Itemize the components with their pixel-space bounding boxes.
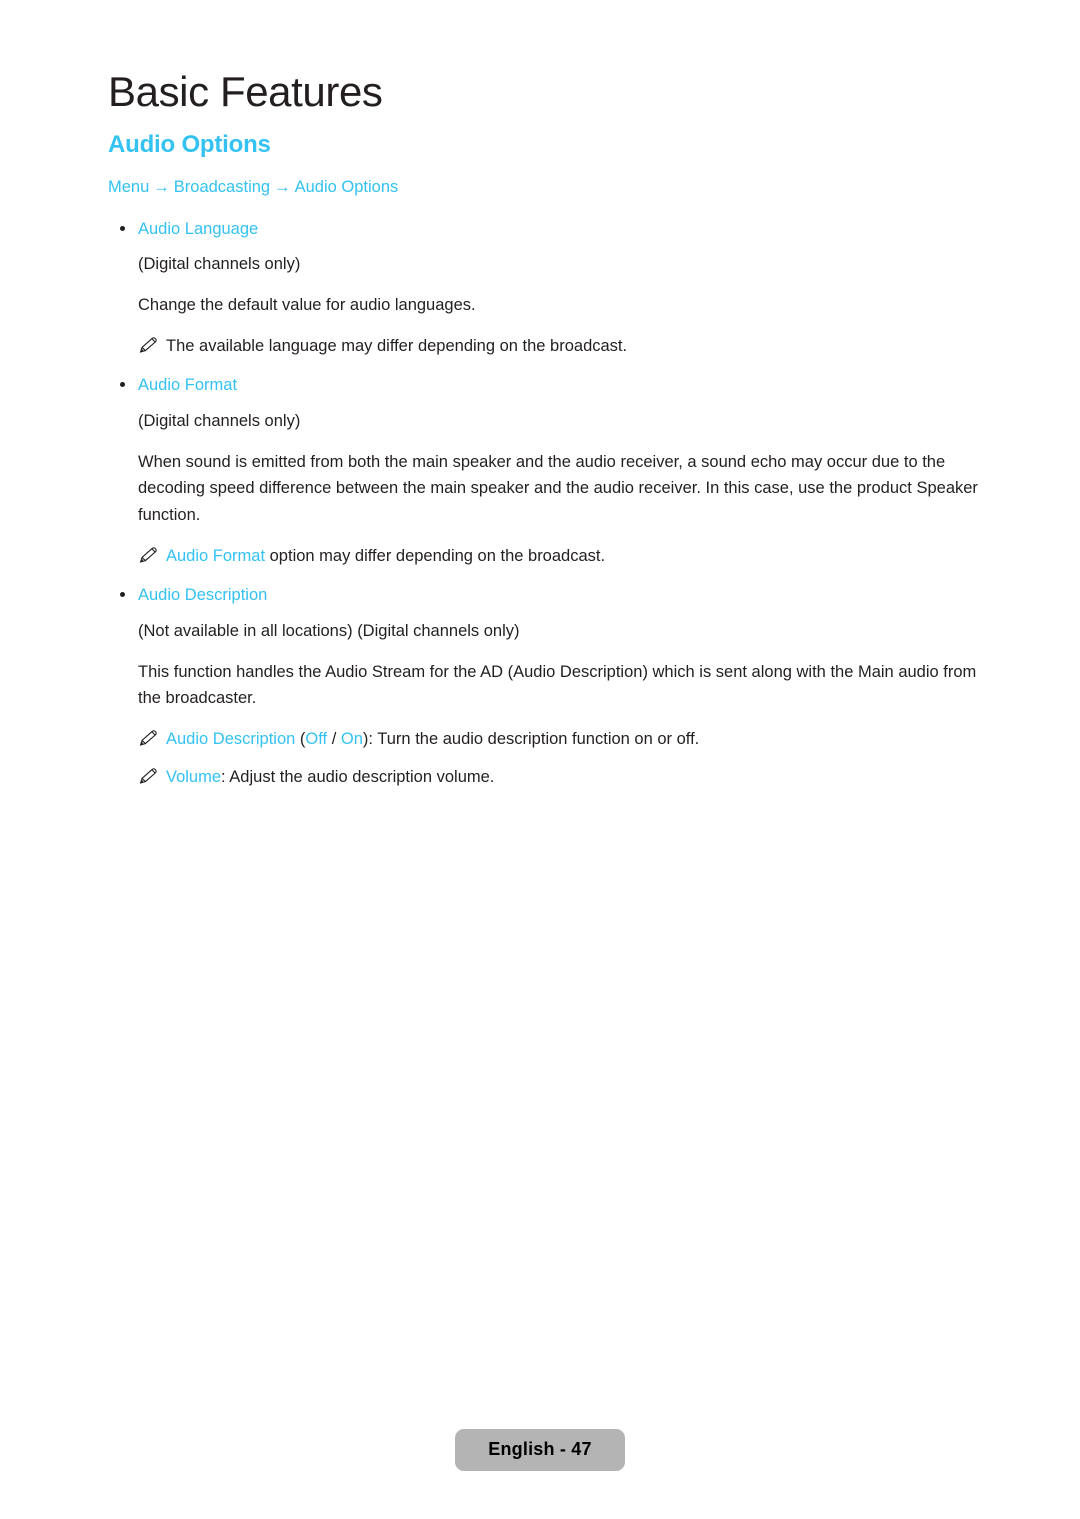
note-line: The available language may differ depend… <box>138 333 988 359</box>
pencil-icon <box>138 767 158 785</box>
note-line: Audio Format option may differ depending… <box>138 543 988 569</box>
section-heading-audio-language: Audio Language <box>108 217 988 242</box>
note-line: Audio Description (Off / On): Turn the a… <box>138 726 988 752</box>
section-body-audio-language: (Digital channels only) Change the defau… <box>108 251 988 359</box>
section-heading-audio-description: Audio Description <box>108 583 988 608</box>
note-text: The available language may differ depend… <box>166 336 628 355</box>
pencil-icon <box>138 336 158 354</box>
note-keyword: Volume <box>166 768 222 787</box>
bullet-dot-icon <box>120 592 125 598</box>
note-text: : Turn the audio description function on… <box>368 730 700 749</box>
availability-note: (Digital channels only) <box>138 255 301 274</box>
availability-note: (Digital channels only) <box>138 411 301 430</box>
section-heading-label: Audio Format <box>138 376 238 395</box>
section-description: This function handles the Audio Stream f… <box>138 662 977 708</box>
section-description: Change the default value for audio langu… <box>138 296 476 315</box>
note-open-paren: ( <box>295 730 306 749</box>
chapter-title: Basic Features <box>108 68 383 115</box>
breadcrumb-arrow-icon: → <box>274 178 291 196</box>
breadcrumb-arrow-icon: → <box>153 178 170 196</box>
breadcrumb-item-audio-options: Audio Options <box>294 178 399 196</box>
document-page: Basic Features Audio Options Menu → Broadc… <box>0 0 1080 1519</box>
breadcrumb: Menu → Broadcasting → Audio Options <box>108 175 988 201</box>
section-heading-label: Audio Language <box>138 219 259 238</box>
breadcrumb-item-menu: Menu <box>108 178 150 196</box>
note-line: Volume: Adjust the audio description vol… <box>138 764 988 790</box>
note-keyword: Audio Description <box>166 730 296 749</box>
section-heading-label: Audio Description <box>138 586 268 605</box>
page-footer-label: English - 47 <box>455 1429 625 1471</box>
note-text: : Adjust the audio description volume. <box>221 768 495 787</box>
bullet-dot-icon <box>120 225 125 231</box>
pencil-icon <box>138 729 158 747</box>
section-body-audio-format: (Digital channels only) When sound is em… <box>108 408 988 569</box>
section-title: Audio Options <box>108 131 271 158</box>
content-column: Menu → Broadcasting → Audio Options Audio La… <box>108 175 988 803</box>
option-off: Off <box>305 730 328 749</box>
breadcrumb-item-broadcasting: Broadcasting <box>173 178 271 196</box>
option-divider: / <box>327 730 341 749</box>
availability-note: (Not available in all locations) (Digita… <box>138 621 520 640</box>
bullet-dot-icon <box>120 382 125 388</box>
section-body-audio-description: (Not available in all locations) (Digita… <box>108 618 988 791</box>
section-description: When sound is emitted from both the main… <box>138 452 978 525</box>
option-on: On <box>340 730 363 749</box>
section-heading-audio-format: Audio Format <box>108 373 988 398</box>
pencil-icon <box>138 546 158 564</box>
note-keyword: Audio Format <box>166 546 266 565</box>
note-text: option may differ depending on the broad… <box>265 546 606 565</box>
